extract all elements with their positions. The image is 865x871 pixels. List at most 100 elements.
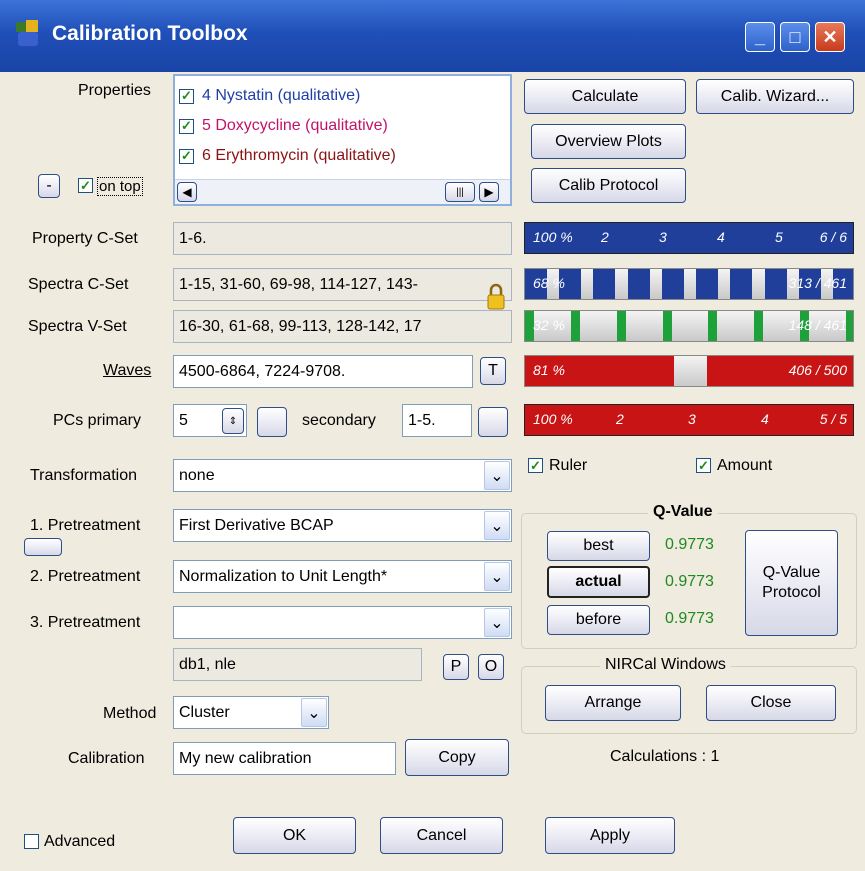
scroll-thumb[interactable]: ||| (445, 182, 475, 202)
bar-segment (730, 269, 752, 299)
bar-percent-label: 100 % (533, 411, 573, 427)
check-icon: ✓ (698, 457, 709, 473)
bar-percent-label: 32 % (533, 317, 565, 333)
close-window-button[interactable]: ✕ (815, 22, 845, 52)
pretreatment3-select[interactable]: ⌄ (173, 606, 512, 639)
pcs-spinner[interactable]: ⇕ (222, 408, 244, 434)
calculate-button[interactable]: Calculate (524, 79, 686, 114)
scroll-left-button[interactable]: ◀ (177, 182, 197, 202)
chevron-down-icon[interactable]: ⌄ (484, 562, 510, 591)
t-button[interactable]: T (480, 357, 506, 385)
before-button[interactable]: before (547, 605, 650, 635)
chevron-down-icon[interactable]: ⌄ (484, 608, 510, 637)
window-title: Calibration Toolbox (52, 22, 248, 45)
check-icon: ✓ (181, 118, 192, 133)
minus-button[interactable]: - (38, 174, 60, 198)
arrange-button[interactable]: Arrange (545, 685, 681, 721)
cancel-button[interactable]: Cancel (380, 817, 503, 854)
bar-segment (708, 311, 717, 341)
advanced-checkbox[interactable] (24, 834, 39, 849)
actual-button[interactable]: actual (547, 566, 650, 598)
secondary-label: secondary (302, 412, 376, 429)
secondary-button[interactable] (478, 407, 508, 437)
property-cset-field: 1-6. (173, 222, 512, 255)
calibration-name-field[interactable]: My new calibration (173, 742, 396, 775)
method-select[interactable]: Cluster ⌄ (173, 696, 329, 729)
apply-button[interactable]: Apply (545, 817, 675, 854)
spectra-cset-field: 1-15, 31-60, 69-98, 114-127, 143- (173, 268, 512, 301)
bar-count-label: 6 / 6 (819, 229, 847, 245)
horizontal-scrollbar[interactable]: ◀ ||| ▶ (175, 179, 510, 204)
check-icon: ✓ (181, 148, 192, 163)
bar-segment (662, 269, 684, 299)
pretreatment1-label: 1. Pretreatment (30, 517, 141, 534)
property-item-label: 4 Nystatin (qualitative) (202, 87, 361, 104)
property-checkbox[interactable]: ✓ (179, 88, 194, 104)
waves-progress-bar: 81 % 406 / 500 (524, 355, 854, 387)
spectra-vset-label: Spectra V-Set (28, 318, 127, 335)
property-item[interactable]: ✓ 5 Doxycycline (qualitative) (179, 114, 388, 138)
check-icon: ✓ (530, 457, 541, 473)
advanced-label: Advanced (44, 833, 116, 850)
bar-count-label: 148 / 461 (788, 317, 847, 333)
chevron-down-icon[interactable]: ⌄ (484, 511, 510, 540)
bar-tick-label: 4 (761, 411, 769, 427)
secondary-field[interactable]: 1-5. (402, 404, 472, 437)
bar-tick-label: 4 (717, 229, 725, 245)
ruler-label: Ruler (549, 457, 588, 474)
pretreatment2-value: Normalization to Unit Length* (179, 567, 388, 585)
method-label: Method (103, 705, 157, 722)
p-button[interactable]: P (443, 654, 469, 680)
check-icon: ✓ (80, 177, 91, 193)
small-blank-button[interactable] (24, 538, 62, 556)
pretreatment1-select[interactable]: First Derivative BCAP ⌄ (173, 509, 512, 542)
bar-percent-label: 100 % (533, 229, 573, 245)
lock-icon[interactable] (486, 283, 506, 311)
chevron-down-icon[interactable]: ⌄ (484, 461, 510, 490)
pcs-primary-value: 5 (179, 411, 188, 429)
cset-progress-bar: 68 % 313 / 461 (524, 268, 854, 300)
bar-tick-label: 2 (616, 411, 624, 427)
amount-checkbox[interactable]: ✓ (696, 458, 711, 473)
calibration-label: Calibration (68, 750, 145, 767)
property-progress-bar: 100 % 6 / 6 2 3 4 5 (524, 222, 854, 254)
bar-tick-label: 3 (659, 229, 667, 245)
calib-wizard-button[interactable]: Calib. Wizard... (696, 79, 854, 114)
transformation-select[interactable]: none ⌄ (173, 459, 512, 492)
property-checkbox[interactable]: ✓ (179, 148, 194, 164)
bar-segment (571, 311, 580, 341)
method-value: Cluster (179, 703, 230, 721)
qvalue-protocol-button[interactable]: Q-Value Protocol (745, 530, 838, 636)
overview-plots-button[interactable]: Overview Plots (531, 124, 686, 159)
bar-count-label: 313 / 461 (788, 275, 847, 291)
pretreatment2-select[interactable]: Normalization to Unit Length* ⌄ (173, 560, 512, 593)
property-cset-label: Property C-Set (32, 230, 138, 247)
ok-button[interactable]: OK (233, 817, 356, 854)
pcs-primary-button[interactable] (257, 407, 287, 437)
best-button[interactable]: best (547, 531, 650, 561)
ruler-checkbox[interactable]: ✓ (528, 458, 543, 473)
chevron-down-icon[interactable]: ⌄ (301, 698, 327, 727)
maximize-button[interactable]: □ (780, 22, 810, 52)
properties-list[interactable]: ✓ 4 Nystatin (qualitative) ✓ 5 Doxycycline … (173, 74, 512, 206)
property-checkbox[interactable]: ✓ (179, 118, 194, 134)
o-button[interactable]: O (478, 654, 504, 680)
property-item[interactable]: ✓ 4 Nystatin (qualitative) (179, 84, 360, 108)
pcs-progress-bar: 100 % 5 / 5 2 3 4 (524, 404, 854, 436)
calib-protocol-button[interactable]: Calib Protocol (531, 168, 686, 203)
on-top-checkbox[interactable]: ✓ (78, 178, 93, 193)
maximize-icon: □ (789, 27, 801, 47)
scroll-right-button[interactable]: ▶ (479, 182, 499, 202)
copy-button[interactable]: Copy (405, 739, 509, 776)
property-item[interactable]: ✓ 6 Erythromycin (qualitative) (179, 144, 396, 168)
pretreatment2-label: 2. Pretreatment (30, 568, 141, 585)
pretreatment1-value: First Derivative BCAP (179, 516, 334, 534)
check-icon: ✓ (181, 88, 192, 103)
db-field: db1, nle (173, 648, 422, 681)
waves-field[interactable]: 4500-6864, 7224-9708. (173, 355, 473, 388)
transformation-label: Transformation (30, 467, 137, 484)
close-windows-button[interactable]: Close (706, 685, 836, 721)
minimize-button[interactable]: _ (745, 22, 775, 52)
bar-segment (628, 269, 650, 299)
pcs-primary-label: PCs primary (53, 412, 142, 429)
